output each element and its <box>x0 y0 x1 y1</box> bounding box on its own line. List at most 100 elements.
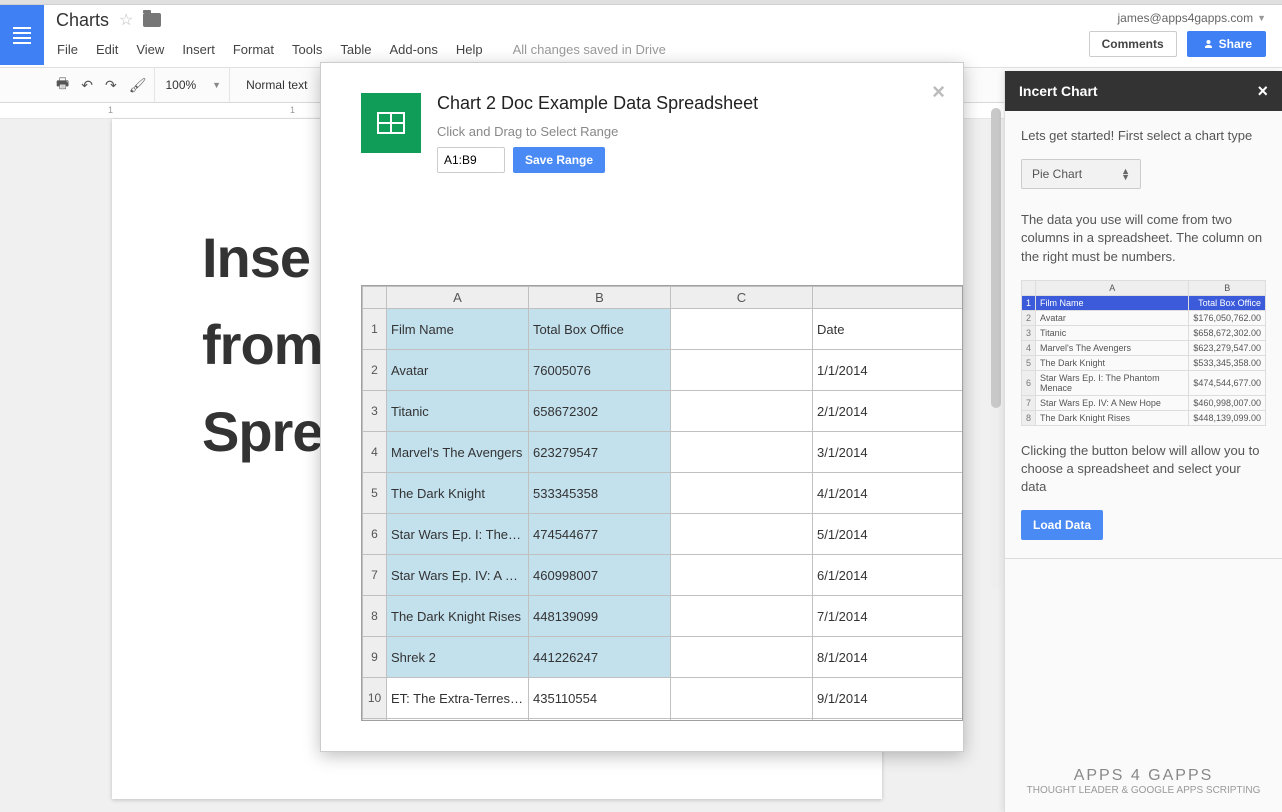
cell[interactable] <box>671 678 813 719</box>
cell[interactable]: 5/1/2014 <box>813 514 964 555</box>
row-number[interactable]: 2 <box>363 350 387 391</box>
cell[interactable]: Date <box>813 309 964 350</box>
cell[interactable]: Star Wars Ep. IV: A Ne… <box>387 555 529 596</box>
range-input[interactable] <box>437 147 505 173</box>
cell[interactable] <box>671 514 813 555</box>
cell[interactable] <box>671 432 813 473</box>
table-row[interactable]: 5The Dark Knight533345358 4/1/2014 <box>363 473 964 514</box>
cell[interactable]: Shrek 2 <box>387 637 529 678</box>
cell[interactable] <box>671 596 813 637</box>
menu-tools[interactable]: Tools <box>292 42 322 57</box>
table-row[interactable]: 6Star Wars Ep. I: The P…474544677 5/1/201… <box>363 514 964 555</box>
row-number[interactable]: 4 <box>363 432 387 473</box>
menu-format[interactable]: Format <box>233 42 274 57</box>
menu-addons[interactable]: Add-ons <box>389 42 437 57</box>
comments-button[interactable]: Comments <box>1089 31 1177 57</box>
table-row[interactable]: 8The Dark Knight Rises448139099 7/1/2014 <box>363 596 964 637</box>
cell[interactable]: 9/1/2014 <box>813 678 964 719</box>
save-range-button[interactable]: Save Range <box>513 147 605 173</box>
cell[interactable]: 474544677 <box>529 514 671 555</box>
cell[interactable]: ET: The Extra-Terrestrial <box>387 678 529 719</box>
cell[interactable]: 6/1/2014 <box>813 555 964 596</box>
cell[interactable]: 460998007 <box>529 555 671 596</box>
cell[interactable]: Star Wars Ep. I: The P… <box>387 514 529 555</box>
table-row[interactable]: 2Avatar76005076 1/1/2014 <box>363 350 964 391</box>
cell[interactable]: 2/1/2014 <box>813 391 964 432</box>
cell[interactable]: 1/1/2014 <box>813 350 964 391</box>
row-number[interactable]: 6 <box>363 514 387 555</box>
table-row[interactable]: 4Marvel's The Avengers623279547 3/1/2014 <box>363 432 964 473</box>
row-number[interactable]: 10 <box>363 678 387 719</box>
table-row[interactable]: 7Star Wars Ep. IV: A Ne…460998007 6/1/201… <box>363 555 964 596</box>
cell[interactable]: The Dark Knight <box>387 473 529 514</box>
cell[interactable]: Total Box Office <box>529 309 671 350</box>
star-icon[interactable]: ☆ <box>119 10 133 30</box>
chart-type-select[interactable]: Pie Chart ▲▼ <box>1021 159 1141 189</box>
print-icon[interactable]: 🖶 <box>56 73 69 97</box>
cell[interactable]: 4/1/2014 <box>813 473 964 514</box>
scrollbar-thumb[interactable] <box>991 108 1001 408</box>
cell[interactable]: 435110554 <box>529 678 671 719</box>
column-header[interactable]: B <box>529 287 671 309</box>
undo-icon[interactable]: ↶ <box>81 77 93 94</box>
cell[interactable] <box>671 637 813 678</box>
row-number[interactable]: 5 <box>363 473 387 514</box>
account-menu[interactable]: james@apps4gapps.com ▼ <box>1117 11 1266 25</box>
share-button[interactable]: Share <box>1187 31 1266 57</box>
column-header[interactable]: A <box>387 287 529 309</box>
row-number[interactable]: 9 <box>363 637 387 678</box>
cell[interactable]: 3/1/2014 <box>813 432 964 473</box>
cell[interactable] <box>671 473 813 514</box>
cell[interactable]: 441226247 <box>529 637 671 678</box>
cell[interactable]: 7/1/2014 <box>813 596 964 637</box>
menu-file[interactable]: File <box>57 42 78 57</box>
row-number[interactable]: 1 <box>363 309 387 350</box>
table-row[interactable]: 10ET: The Extra-Terrestrial435110554 9/1/… <box>363 678 964 719</box>
column-header[interactable] <box>813 287 964 309</box>
cell[interactable] <box>671 719 813 722</box>
cell[interactable]: Pirates of the Caribbea… <box>387 719 529 722</box>
zoom-select[interactable]: 100% ▼ <box>157 68 230 102</box>
cell[interactable] <box>671 309 813 350</box>
table-row[interactable]: 9Shrek 2441226247 8/1/2014 <box>363 637 964 678</box>
cell[interactable]: Avatar <box>387 350 529 391</box>
cell[interactable]: Marvel's The Avengers <box>387 432 529 473</box>
row-number[interactable]: 8 <box>363 596 387 637</box>
close-icon[interactable]: × <box>1257 81 1268 102</box>
menu-help[interactable]: Help <box>456 42 483 57</box>
close-icon[interactable]: × <box>932 79 945 105</box>
cell[interactable] <box>671 555 813 596</box>
column-header[interactable]: C <box>671 287 813 309</box>
cell[interactable]: 658672302 <box>529 391 671 432</box>
paint-format-icon[interactable]: 🖌 <box>129 77 147 94</box>
row-number[interactable]: 7 <box>363 555 387 596</box>
cell[interactable] <box>671 350 813 391</box>
cell[interactable] <box>671 391 813 432</box>
spreadsheet-grid[interactable]: A B C 1Film NameTotal Box OfficeDate2Ava… <box>361 285 963 721</box>
table-row[interactable]: 1Film NameTotal Box Office Date <box>363 309 964 350</box>
cell[interactable]: Titanic <box>387 391 529 432</box>
menu-view[interactable]: View <box>136 42 164 57</box>
redo-icon[interactable]: ↷ <box>105 77 117 94</box>
document-title[interactable]: Charts <box>56 10 109 31</box>
load-data-button[interactable]: Load Data <box>1021 510 1103 540</box>
table-row[interactable]: 11Pirates of the Caribbea…423315812 10/1/… <box>363 719 964 722</box>
row-number[interactable]: 11 <box>363 719 387 722</box>
select-all-cell[interactable] <box>363 287 387 309</box>
table-row[interactable]: 3Titanic658672302 2/1/2014 <box>363 391 964 432</box>
menu-edit[interactable]: Edit <box>96 42 118 57</box>
cell[interactable]: 76005076 <box>529 350 671 391</box>
docs-app-icon[interactable] <box>0 5 44 65</box>
cell[interactable]: 533345358 <box>529 473 671 514</box>
cell[interactable]: The Dark Knight Rises <box>387 596 529 637</box>
cell[interactable]: 623279547 <box>529 432 671 473</box>
cell[interactable]: 8/1/2014 <box>813 637 964 678</box>
cell[interactable]: 423315812 <box>529 719 671 722</box>
row-number[interactable]: 3 <box>363 391 387 432</box>
menu-table[interactable]: Table <box>340 42 371 57</box>
folder-icon[interactable] <box>143 13 161 27</box>
cell[interactable]: 448139099 <box>529 596 671 637</box>
cell[interactable]: 10/1/2014 <box>813 719 964 722</box>
menu-insert[interactable]: Insert <box>182 42 215 57</box>
cell[interactable]: Film Name <box>387 309 529 350</box>
